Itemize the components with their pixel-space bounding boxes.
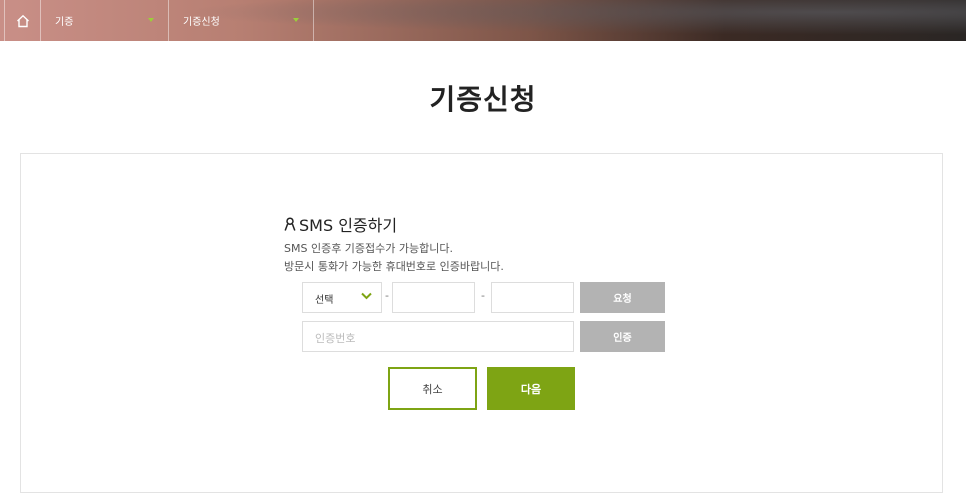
phone-separator: - [481,289,485,302]
breadcrumb-item-donation[interactable]: 기증 [41,0,169,41]
sms-heading-label: SMS 인증하기 [299,216,398,235]
breadcrumb-item-donation-apply[interactable]: 기증신청 [169,0,314,41]
page-title: 기증신청 [429,83,537,116]
sms-description-line-2: 방문시 통화가 가능한 휴대번호로 인증바랍니다. [284,260,504,273]
phone-last-input[interactable] [491,282,574,313]
next-button[interactable]: 다음 [487,367,575,410]
caret-down-icon [148,18,154,22]
breadcrumb-label: 기증 [55,17,74,28]
user-icon [284,217,296,231]
request-code-button[interactable]: 요청 [580,282,665,313]
breadcrumb-home[interactable] [4,0,41,41]
verify-button[interactable]: 인증 [580,321,665,352]
phone-prefix-select[interactable]: 선택 [302,282,382,313]
phone-prefix-value: 선택 [315,295,334,306]
phone-separator: - [385,289,389,302]
sms-description-line-1: SMS 인증후 기증접수가 가능합니다. [284,242,454,255]
cancel-button[interactable]: 취소 [388,367,477,410]
chevron-down-icon [361,292,372,300]
sms-section-heading: SMS 인증하기 [284,212,397,236]
verification-code-input[interactable]: 인증번호 [302,321,574,352]
header-banner: 기증 기증신청 [0,0,966,41]
breadcrumb: 기증 기증신청 [0,0,314,41]
caret-down-icon [293,18,299,22]
home-icon [16,14,29,27]
breadcrumb-label: 기증신청 [183,17,220,28]
phone-middle-input[interactable] [392,282,475,313]
